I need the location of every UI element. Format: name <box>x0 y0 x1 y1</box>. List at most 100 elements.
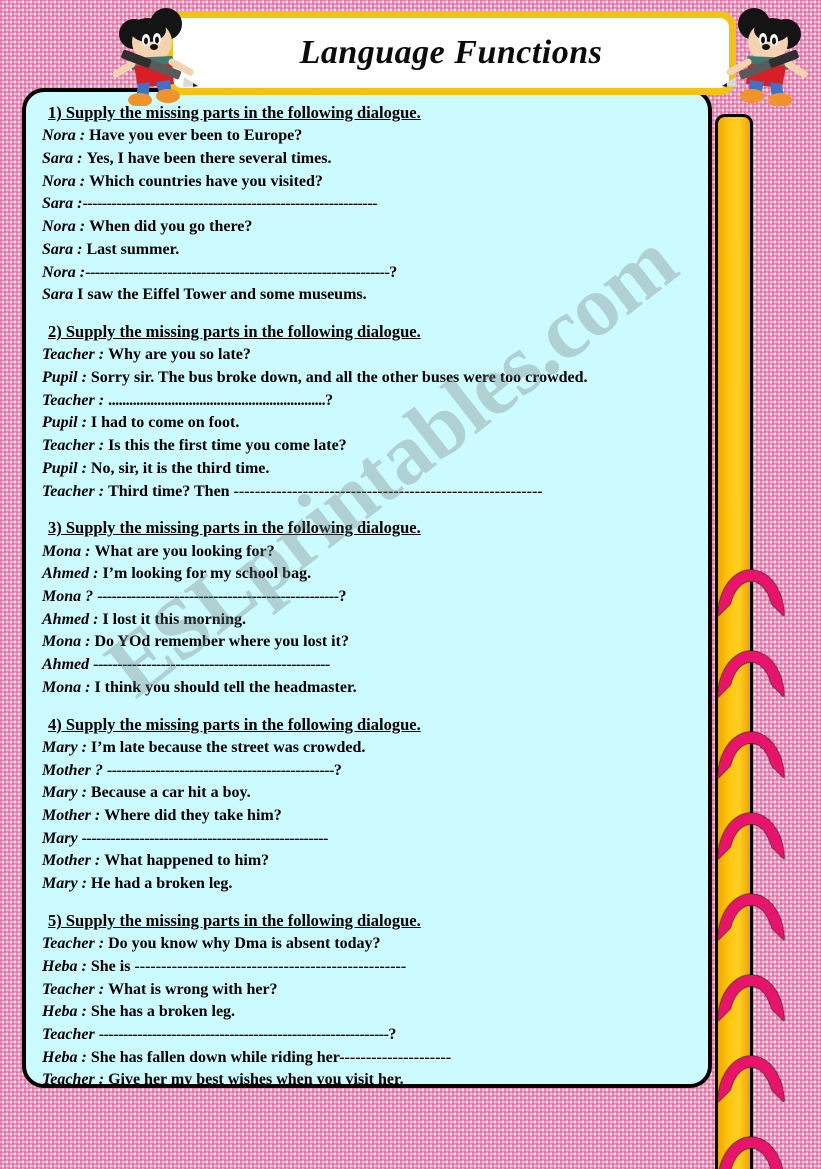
dialogue-line: Sara : Last summer. <box>42 239 696 262</box>
dialogue-text: Because a car hit a boy. <box>90 784 251 802</box>
dialogue-speaker: Teacher <box>42 1026 95 1044</box>
answer-blank[interactable]: ----------------------------------------… <box>99 1026 397 1043</box>
dialogue-speaker: Mona <box>42 542 82 560</box>
dialogue-section: 1) Supply the missing parts in the follo… <box>42 102 696 307</box>
dialogue-speaker: Mona <box>42 588 82 606</box>
dialogue-text: I think you should tell the headmaster. <box>94 678 357 696</box>
dialogue-line: Teacher : Give her my best wishes when y… <box>42 1069 696 1088</box>
dialogue-separator: : <box>77 1048 91 1066</box>
dialogue-text: Which countries have you visited? <box>89 172 323 190</box>
dialogue-text: Give her my best wishes when you visit h… <box>108 1071 404 1088</box>
dialogue-speaker: Teacher <box>42 437 95 455</box>
section-heading: 3) Supply the missing parts in the follo… <box>48 518 421 538</box>
dialogue-line: Teacher : What is wrong with her? <box>42 979 696 1002</box>
dialogue-section: 5) Supply the missing parts in the follo… <box>42 910 696 1088</box>
dialogue-separator: : <box>89 565 103 583</box>
page-title: Language Functions <box>299 34 603 71</box>
answer-blank[interactable]: ----------------------------------------… <box>82 830 329 847</box>
dialogue-speaker: Teacher <box>42 391 95 409</box>
mickey-mouse-with-pencil-icon <box>98 8 206 107</box>
dialogue-separator: : <box>94 1071 109 1088</box>
answer-blank[interactable]: ----------------------------------------… <box>107 762 342 779</box>
dialogue-speaker: Ahmed <box>42 610 90 628</box>
dialogue-speaker: Nora <box>42 127 76 145</box>
dialogue-line: Mary : I’m late because the street was c… <box>42 737 696 760</box>
mickey-mouse-with-pencil-icon <box>714 8 821 107</box>
dialogue-speaker: Nora <box>42 218 76 236</box>
dialogue-text: What is wrong with her? <box>108 980 278 998</box>
dialogue-separator: : <box>77 875 91 893</box>
dialogue-text: No, sir, it is the third time. <box>90 459 270 477</box>
dialogue-text: She is ---------------------------------… <box>90 957 407 975</box>
dialogue-separator: : <box>94 935 109 953</box>
dialogue-line: Mary -----------------------------------… <box>42 828 696 851</box>
section-heading: 4) Supply the missing parts in the follo… <box>48 714 421 734</box>
dialogue-speaker: Teacher <box>42 1071 95 1088</box>
dialogue-line: Nora : Which countries have you visited? <box>42 171 696 194</box>
dialogue-text: Where did they take him? <box>104 807 282 825</box>
dialogue-separator: : <box>77 957 91 975</box>
dialogue-text: Do YOd remember where you lost it? <box>94 633 349 651</box>
dialogue-text: She has fallen down while riding her----… <box>90 1048 452 1066</box>
dialogue-line: Mary : Because a car hit a boy. <box>42 782 696 805</box>
dialogue-separator: : <box>75 127 90 145</box>
dialogue-separator: : <box>90 807 105 825</box>
dialogue-speaker: Pupil <box>42 459 78 477</box>
dialogue-separator: : <box>77 369 91 386</box>
dialogue-separator: : <box>75 263 86 281</box>
dialogue-separator: : <box>94 980 109 998</box>
dialogue-text: Sorry sir. The bus broke down, and all t… <box>90 369 588 386</box>
answer-blank[interactable]: ----------------------------------------… <box>93 656 330 673</box>
dialogue-separator: : <box>94 391 109 409</box>
dialogue-speaker: Sara <box>42 195 74 213</box>
dialogue-separator: : <box>89 610 103 628</box>
dialogue-separator: : <box>75 218 90 236</box>
dialogue-line: Pupil : No, sir, it is the third time. <box>42 458 696 481</box>
dialogue-speaker: Teacher <box>42 935 95 953</box>
dialogue-speaker: Teacher <box>42 346 95 364</box>
dialogue-speaker: Mona <box>42 633 82 651</box>
dialogue-separator: : <box>77 738 91 756</box>
dialogue-line: Ahmed : I’m looking for my school bag. <box>42 563 696 586</box>
dialogue-speaker: Ahmed <box>42 656 90 674</box>
dialogue-speaker: Pupil <box>42 369 78 386</box>
answer-blank[interactable]: ........................................… <box>108 392 333 409</box>
dialogue-text: Do you know why Dma is absent today? <box>108 935 381 953</box>
dialogue-speaker: Mother <box>42 807 91 825</box>
answer-blank[interactable]: ----------------------------------------… <box>85 264 397 281</box>
dialogue-speaker: Mary <box>42 738 78 756</box>
dialogue-separator: : <box>94 346 109 364</box>
dialogue-text: Is this the first time you come late? <box>108 437 347 455</box>
answer-blank[interactable]: ----------------------------------------… <box>82 195 377 212</box>
dialogue-speaker: Teacher <box>42 980 95 998</box>
dialogue-speaker: Mary <box>42 829 78 847</box>
dialogue-text: What are you looking for? <box>94 542 275 560</box>
dialogue-speaker: Ahmed <box>42 565 90 583</box>
answer-blank[interactable]: ----------------------------------------… <box>97 588 346 605</box>
dialogue-speaker: Sara <box>42 286 74 304</box>
dialogue-separator: : <box>90 852 105 870</box>
dialogue-line: Teacher : Third time? Then -------------… <box>42 481 696 504</box>
dialogue-line: Heba : She has a broken leg. <box>42 1001 696 1024</box>
dialogue-line: Nora : When did you go there? <box>42 216 696 239</box>
dialogue-line: Mother ? -------------------------------… <box>42 760 696 783</box>
dialogue-speaker: Nora <box>42 172 76 190</box>
dialogue-text: She has a broken leg. <box>90 1003 236 1021</box>
dialogue-speaker: Sara <box>42 240 74 258</box>
dialogue-text: I had to come on foot. <box>90 414 240 432</box>
dialogue-speaker: Heba <box>42 1003 78 1021</box>
dialogue-speaker: Heba <box>42 1048 78 1066</box>
section-heading: 2) Supply the missing parts in the follo… <box>48 322 421 342</box>
dialogue-line: Heba : She is --------------------------… <box>42 956 696 979</box>
dialogue-text: When did you go there? <box>89 218 253 236</box>
dialogue-line: Sara : Yes, I have been there several ti… <box>42 148 696 171</box>
dialogue-speaker: Mother <box>42 761 91 779</box>
dialogue-line: Teacher : Why are you so late? <box>42 344 696 367</box>
dialogue-separator: : <box>73 240 87 258</box>
dialogue-line: Mona : I think you should tell the headm… <box>42 677 696 700</box>
dialogue-line: Pupil : I had to come on foot. <box>42 412 696 435</box>
dialogue-section: 2) Supply the missing parts in the follo… <box>42 321 696 503</box>
worksheet-content-panel: 1) Supply the missing parts in the follo… <box>22 88 712 1088</box>
dialogue-separator: : <box>77 414 91 432</box>
dialogue-separator: : <box>75 172 90 190</box>
